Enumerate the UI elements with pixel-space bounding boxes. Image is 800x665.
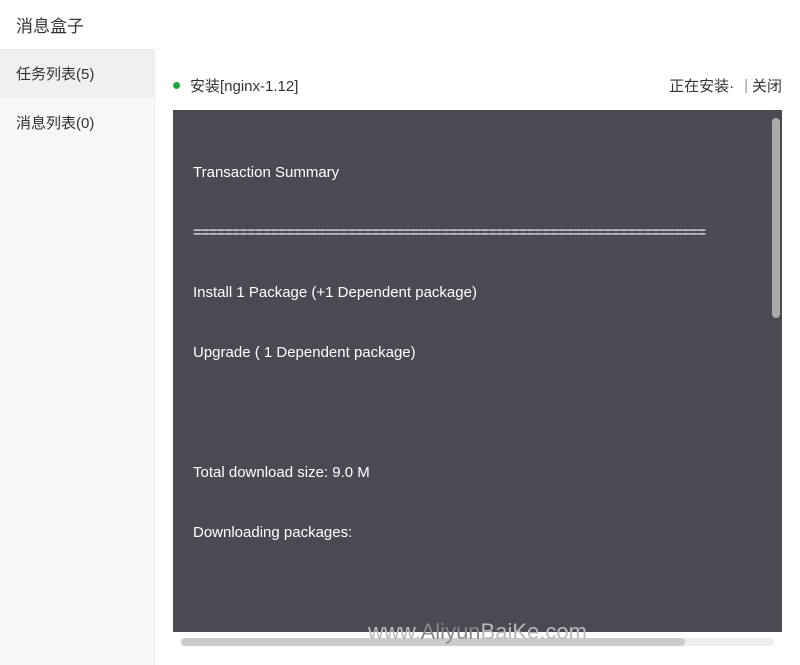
divider: |	[744, 77, 748, 94]
console-line: Total download size: 9.0 M	[193, 458, 762, 488]
main-panel: 安装[nginx-1.12] 正在安装· | 关闭 Transaction Su…	[155, 49, 800, 665]
task-row: 安装[mysql-5.5] 等待 | 删除	[173, 656, 782, 665]
scrollbar-thumb[interactable]	[772, 118, 780, 318]
console-output: Transaction Summary ====================…	[173, 110, 782, 632]
scrollbar-vertical[interactable]	[772, 118, 780, 638]
task-header: 安装[nginx-1.12] 正在安装· | 关闭	[173, 65, 782, 106]
console-line: Downloading packages:	[193, 518, 762, 548]
console-separator: ========================================…	[193, 218, 762, 248]
sidebar-item-messages[interactable]: 消息列表(0)	[0, 98, 154, 147]
console-line: Transaction Summary	[193, 158, 762, 188]
scrollbar-thumb[interactable]	[181, 638, 685, 646]
console-wrap: Transaction Summary ====================…	[173, 110, 782, 646]
bullet-icon	[173, 82, 180, 89]
sidebar: 任务列表(5) 消息列表(0)	[0, 49, 155, 665]
close-button[interactable]: 关闭	[752, 75, 782, 96]
scrollbar-horizontal[interactable]	[181, 638, 774, 646]
task-title: 安装[nginx-1.12]	[190, 75, 669, 96]
sidebar-item-tasks[interactable]: 任务列表(5)	[0, 49, 154, 98]
task-status: 正在安装·	[669, 75, 734, 96]
console-line: Install 1 Package (+1 Dependent package)	[193, 278, 762, 308]
active-task: 安装[nginx-1.12] 正在安装· | 关闭 Transaction Su…	[173, 65, 782, 646]
page-title: 消息盒子	[0, 0, 800, 49]
console-line: Upgrade ( 1 Dependent package)	[193, 338, 762, 368]
